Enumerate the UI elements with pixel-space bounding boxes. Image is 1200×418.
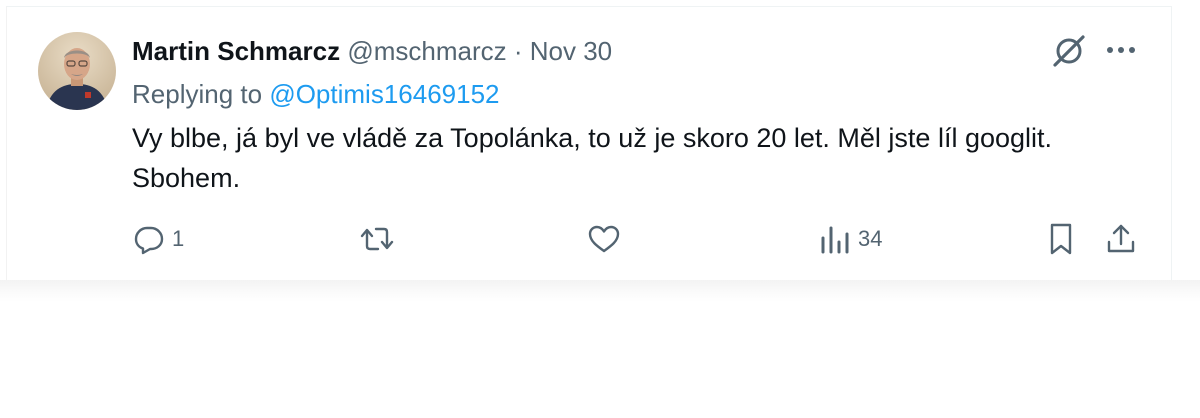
avatar[interactable] — [38, 32, 116, 110]
card-shadow — [0, 280, 1200, 302]
tweet-date[interactable]: Nov 30 — [530, 36, 612, 66]
tweet-header: Martin Schmarcz @mschmarcz · Nov 30 — [132, 34, 612, 68]
retweet-icon — [358, 222, 396, 256]
heart-icon — [586, 222, 622, 256]
like-button[interactable] — [586, 220, 628, 258]
replying-to-line: Replying to @Optimis16469152 — [132, 77, 500, 111]
header-separator: · — [513, 36, 523, 66]
tweet-text: Vy blbe, já byl ve vládě za Topolánka, t… — [132, 123, 1053, 193]
reply-button[interactable]: 1 — [132, 220, 184, 258]
views-icon — [818, 222, 852, 256]
author-handle[interactable]: @mschmarcz — [347, 36, 506, 66]
bookmark-button[interactable] — [1046, 220, 1076, 258]
author-name[interactable]: Martin Schmarcz — [132, 36, 340, 66]
bookmark-icon — [1046, 221, 1076, 257]
reply-icon — [132, 222, 166, 256]
replying-to-mention[interactable]: @Optimis16469152 — [269, 79, 499, 109]
views-button[interactable]: 34 — [818, 220, 882, 258]
grok-icon[interactable] — [1050, 32, 1088, 70]
reply-count: 1 — [172, 226, 185, 251]
replying-prefix: Replying to — [132, 79, 263, 109]
more-icon[interactable] — [1104, 38, 1138, 62]
share-icon — [1104, 221, 1138, 257]
views-count: 34 — [858, 226, 883, 251]
retweet-button[interactable] — [358, 220, 402, 258]
share-button[interactable] — [1104, 220, 1138, 258]
